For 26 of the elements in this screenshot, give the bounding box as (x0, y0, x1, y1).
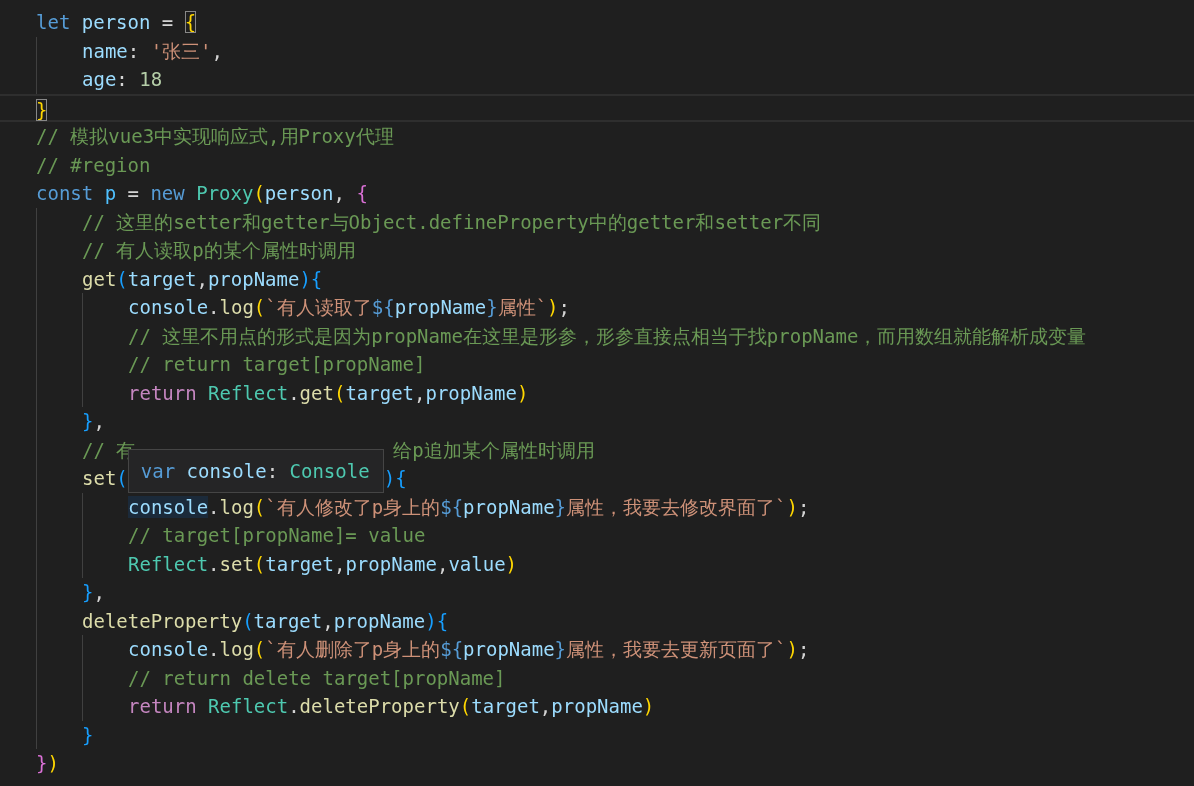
code-line: // 这里的setter和getter与Object.defineProperty中的getter和setter不同 (82, 209, 822, 235)
code-line: Reflect.set(target,propName,value) (128, 551, 518, 577)
code-line: }, (82, 409, 105, 434)
code-line: // 模拟vue3中实现响应式,用Proxy代理 (36, 124, 394, 149)
code-line: age: 18 (82, 67, 163, 92)
code-line: // #region (36, 152, 151, 178)
code-line: }) (36, 751, 59, 776)
code-line: } (82, 722, 94, 748)
code-line: // return delete target[propName] (128, 665, 506, 691)
code-line: return Reflect.get(target,propName) (128, 380, 529, 406)
code-line: const p = new Proxy(person, { (36, 181, 368, 206)
code-line: console.log(`有人修改了p身上的${propName}属性，我要去修改界面了`); (128, 494, 810, 520)
code-line: let person = { (36, 10, 197, 35)
code-line: get(target,propName){ (82, 266, 323, 292)
code-line: name: '张三', (82, 38, 223, 64)
code-line: // 有人读取p的某个属性时调用 (82, 238, 356, 263)
code-line: // target[propName]= value (128, 523, 426, 548)
code-line: // 这里不用点的形式是因为propName在这里是形参，形参直接点相当于找propName，而用数组就能解析成变量 (128, 323, 1087, 349)
code-line: }, (82, 580, 105, 605)
hover-tooltip: var console: Console (127, 449, 384, 493)
code-line: } (36, 97, 48, 120)
code-line: console.log(`有人删除了p身上的${propName}属性，我要去更新页面了`); (128, 637, 810, 662)
code-line: // return target[propName] (128, 352, 426, 377)
code-line: deleteProperty(target,propName){ (82, 608, 449, 634)
code-line: console.log(`有人读取了${propName}属性`); (128, 295, 570, 320)
code-line: return Reflect.deleteProperty(target,propName) (128, 694, 655, 719)
